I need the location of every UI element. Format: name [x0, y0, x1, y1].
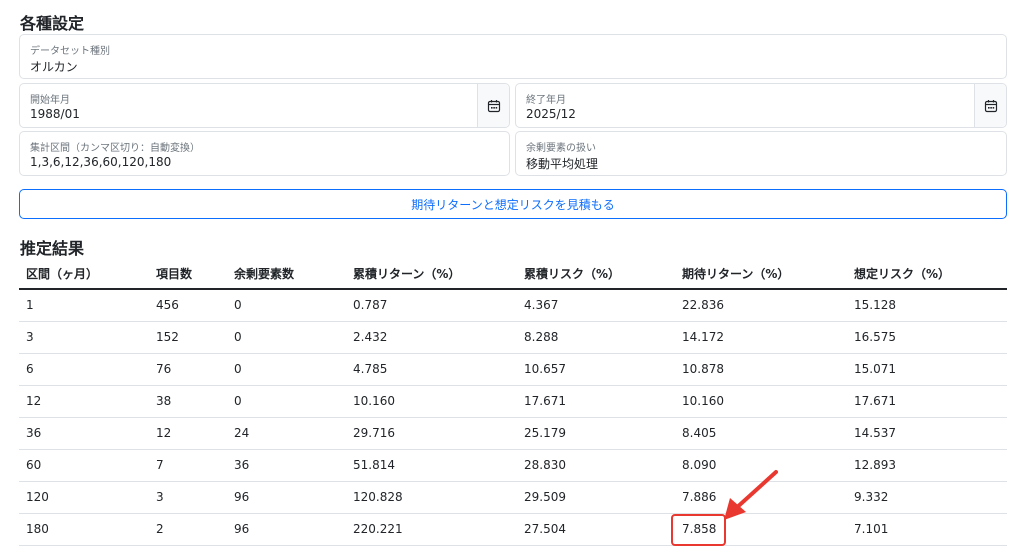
remainder-label: 余剰要素の扱い	[526, 143, 596, 154]
column-header: 期待リターン（%）	[675, 258, 847, 290]
dataset-select[interactable]: データセット種別 オルカン	[19, 34, 1007, 79]
table-cell: 456	[149, 289, 227, 322]
dataset-label: データセット種別	[30, 46, 110, 57]
table-cell: 28.830	[517, 449, 675, 482]
estimate-button[interactable]: 期待リターンと想定リスクを見積もる	[19, 189, 1007, 219]
table-cell: 15.071	[847, 353, 1007, 386]
table-cell: 0	[227, 321, 346, 354]
intervals-input[interactable]: 集計区間（カンマ区切り：自動変換） 1,3,6,12,36,60,120,180	[19, 131, 510, 176]
table-cell: 14.172	[675, 321, 847, 354]
table-cell: 36	[227, 449, 346, 482]
end-calendar-button[interactable]	[974, 84, 1006, 127]
table-cell: 96	[227, 481, 346, 514]
remainder-select[interactable]: 余剰要素の扱い 移動平均処理	[515, 131, 1007, 176]
table-cell: 10.160	[675, 385, 847, 418]
table-row: 1 456 0 0.787 4.367 22.836 15.128	[19, 289, 1007, 322]
table-cell: 29.716	[346, 417, 517, 450]
table-cell: 0	[227, 385, 346, 418]
table-cell: 12.893	[847, 449, 1007, 482]
remainder-value: 移動平均処理	[526, 157, 599, 171]
table-cell: 15.128	[847, 289, 1007, 322]
column-header: 累積リスク（%）	[517, 258, 675, 290]
table-cell: 29.509	[517, 481, 675, 514]
table-cell: 38	[149, 385, 227, 418]
table-cell: 27.504	[517, 513, 675, 546]
table-cell: 76	[149, 353, 227, 386]
table-cell: 9.332	[847, 481, 1007, 514]
table-cell: 25.179	[517, 417, 675, 450]
results-table: 区間（ヶ月） 項目数 余剰要素数 累積リターン（%） 累積リスク（%） 期待リタ…	[19, 258, 1007, 546]
table-row: 36 12 24 29.716 25.179 8.405 14.537	[19, 417, 1007, 450]
start-month-value: 1988/01	[30, 107, 80, 121]
table-cell: 12	[19, 385, 149, 418]
table-cell: 0.787	[346, 289, 517, 322]
table-cell: 8.405	[675, 417, 847, 450]
table-cell: 0	[227, 289, 346, 322]
table-cell: 60	[19, 449, 149, 482]
table-cell: 6	[19, 353, 149, 386]
dataset-value: オルカン	[30, 60, 78, 74]
table-cell: 96	[227, 513, 346, 546]
calendar-icon	[984, 99, 997, 112]
table-cell: 3	[149, 481, 227, 514]
table-cell: 4.367	[517, 289, 675, 322]
column-header: 区間（ヶ月）	[19, 258, 149, 290]
column-header: 余剰要素数	[227, 258, 346, 290]
table-cell: 10.160	[346, 385, 517, 418]
table-row: 60 7 36 51.814 28.830 8.090 12.893	[19, 449, 1007, 482]
table-cell: 10.878	[675, 353, 847, 386]
settings-heading: 各種設定	[20, 14, 85, 33]
intervals-value: 1,3,6,12,36,60,120,180	[30, 155, 172, 169]
table-cell: 22.836	[675, 289, 847, 322]
column-header: 累積リターン（%）	[346, 258, 517, 290]
results-heading: 推定結果	[20, 239, 85, 258]
table-row: 120 3 96 120.828 29.509 7.886 9.332	[19, 481, 1007, 514]
table-cell: 51.814	[346, 449, 517, 482]
table-cell: 14.537	[847, 417, 1007, 450]
table-cell: 120.828	[346, 481, 517, 514]
start-calendar-button[interactable]	[477, 84, 509, 127]
arrow-icon	[724, 470, 778, 520]
table-cell: 24	[227, 417, 346, 450]
table-header-row: 区間（ヶ月） 項目数 余剰要素数 累積リターン（%） 累積リスク（%） 期待リタ…	[19, 258, 1007, 290]
table-cell: 1	[19, 289, 149, 322]
table-row: 180 2 96 220.221 27.504 7.858 7.101	[19, 513, 1007, 546]
intervals-label: 集計区間（カンマ区切り：自動変換）	[30, 143, 200, 154]
table-cell: 17.671	[517, 385, 675, 418]
table-cell: 7.101	[847, 513, 1007, 546]
table-cell: 8.288	[517, 321, 675, 354]
table-row: 12 38 0 10.160 17.671 10.160 17.671	[19, 385, 1007, 418]
table-cell: 0	[227, 353, 346, 386]
start-month-label: 開始年月	[30, 95, 70, 106]
table-cell: 220.221	[346, 513, 517, 546]
table-cell: 12	[149, 417, 227, 450]
table-cell: 36	[19, 417, 149, 450]
table-cell: 120	[19, 481, 149, 514]
start-month-field[interactable]: 開始年月 1988/01	[19, 83, 510, 128]
table-row: 6 76 0 4.785 10.657 10.878 15.071	[19, 353, 1007, 386]
calendar-icon	[487, 99, 500, 112]
table-cell: 152	[149, 321, 227, 354]
table-cell: 180	[19, 513, 149, 546]
table-cell: 2	[149, 513, 227, 546]
table-cell: 2.432	[346, 321, 517, 354]
table-cell: 17.671	[847, 385, 1007, 418]
table-cell: 16.575	[847, 321, 1007, 354]
table-row: 3 152 0 2.432 8.288 14.172 16.575	[19, 321, 1007, 354]
table-cell: 10.657	[517, 353, 675, 386]
table-cell: 3	[19, 321, 149, 354]
column-header: 想定リスク（%）	[847, 258, 1007, 290]
column-header: 項目数	[149, 258, 227, 290]
table-cell: 7	[149, 449, 227, 482]
end-month-value: 2025/12	[526, 107, 576, 121]
end-month-label: 終了年月	[526, 95, 566, 106]
table-cell: 4.785	[346, 353, 517, 386]
end-month-field[interactable]: 終了年月 2025/12	[515, 83, 1007, 128]
